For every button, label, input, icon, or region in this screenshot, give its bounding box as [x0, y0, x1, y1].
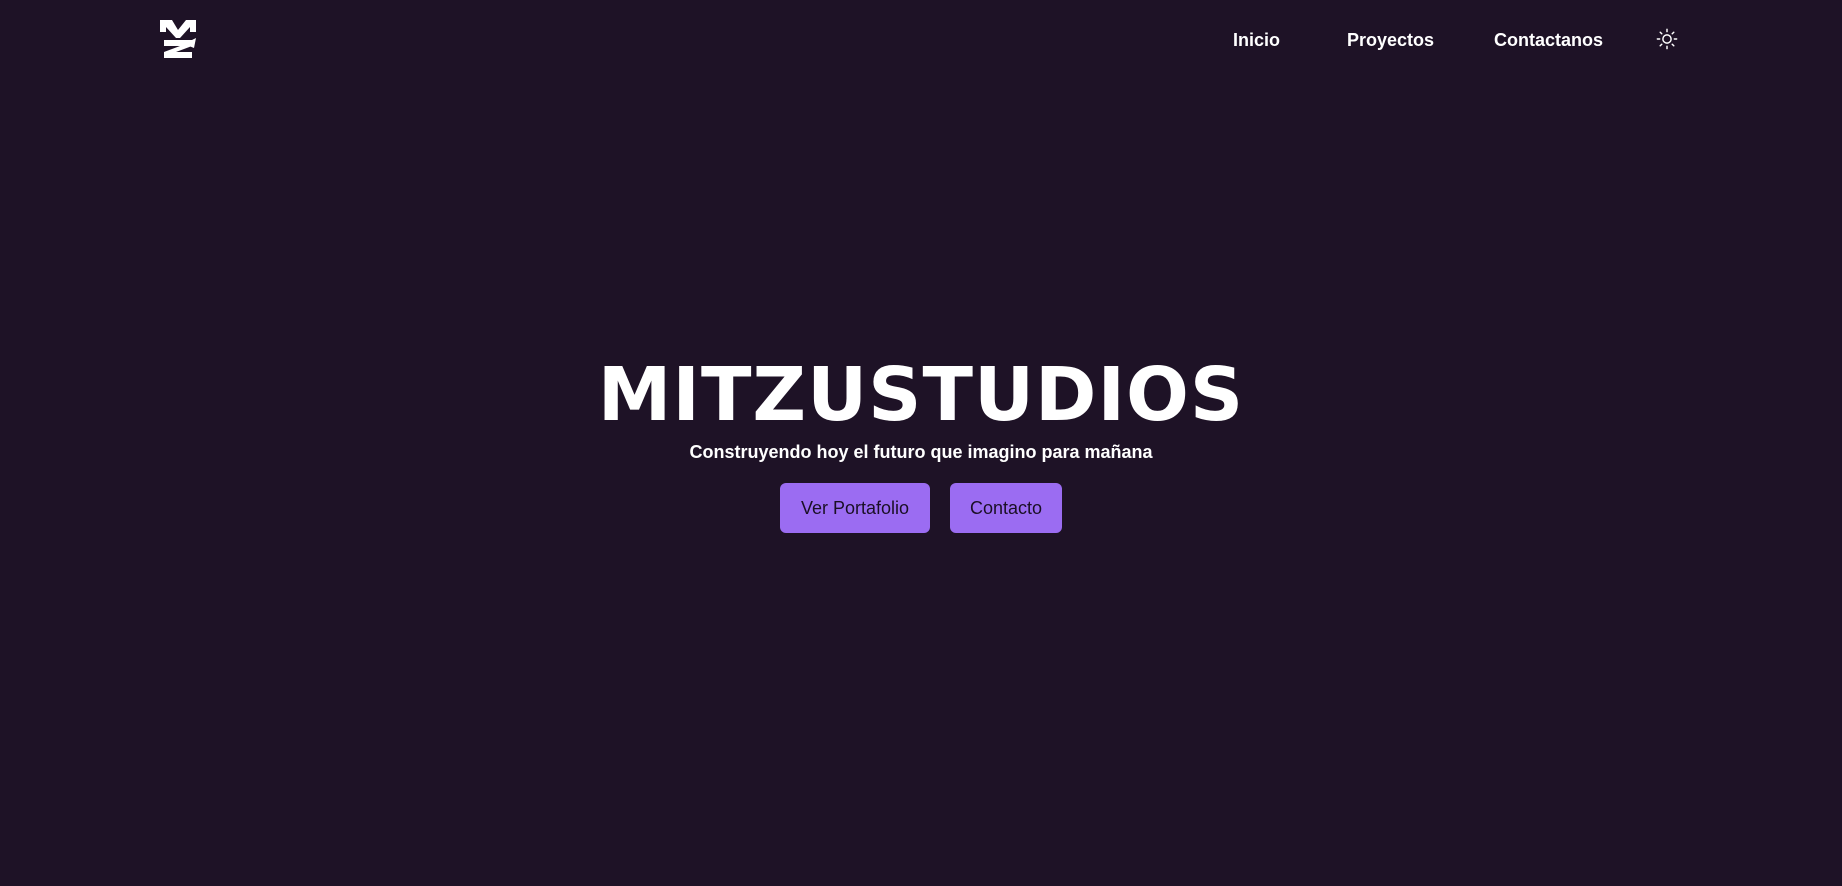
- sun-icon: [1656, 28, 1678, 50]
- hero-section: MITZUSTUDIOS Construyendo hoy el futuro …: [0, 350, 1842, 533]
- contact-button[interactable]: Contacto: [950, 483, 1062, 533]
- nav-link-contactanos[interactable]: Contactanos: [1494, 30, 1603, 51]
- theme-toggle-button[interactable]: [1656, 28, 1678, 50]
- hero-title: MITZUSTUDIOS: [597, 352, 1245, 438]
- hero-buttons: Ver Portafolio Contacto: [0, 483, 1842, 533]
- view-portfolio-button[interactable]: Ver Portafolio: [780, 483, 930, 533]
- nav-link-inicio[interactable]: Inicio: [1233, 30, 1280, 51]
- site-logo[interactable]: [158, 18, 198, 60]
- hero-subtitle: Construyendo hoy el futuro que imagino p…: [689, 442, 1153, 462]
- navbar: Inicio Proyectos Contactanos: [0, 0, 1842, 80]
- nav-link-proyectos[interactable]: Proyectos: [1347, 30, 1434, 51]
- mz-logo-icon: [160, 20, 196, 58]
